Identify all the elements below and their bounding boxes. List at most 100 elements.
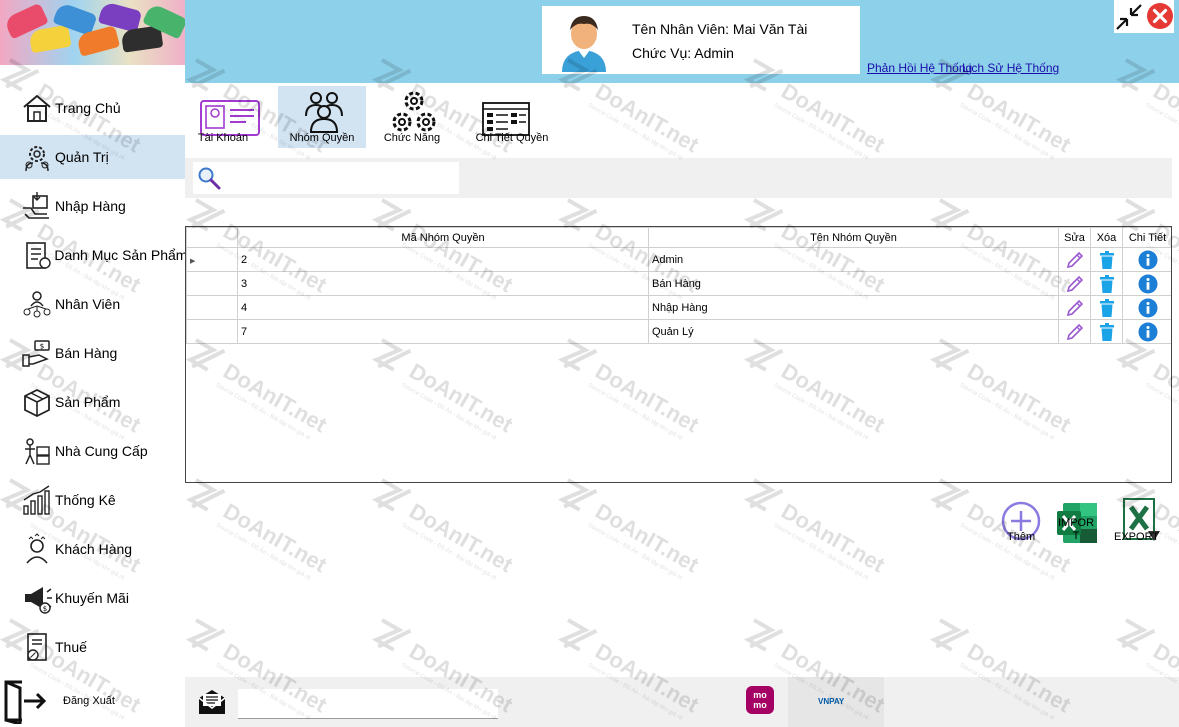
cell-group-id[interactable]: 4 bbox=[237, 295, 649, 320]
permission-group-grid[interactable]: Mã Nhóm Quyền Tên Nhóm Quyền Sửa Xóa Chi… bbox=[185, 226, 1172, 483]
system-history-link[interactable]: Lịch Sử Hệ Thống bbox=[962, 61, 1059, 75]
table-row[interactable]: ▶ 2 Admin bbox=[186, 247, 1171, 272]
watermark-brand-text: DoAnIT.net bbox=[591, 498, 704, 577]
column-header-edit[interactable]: Sửa bbox=[1058, 227, 1091, 248]
export-button-label: EXPORT bbox=[1114, 531, 1160, 543]
cell-edit[interactable] bbox=[1058, 247, 1091, 272]
search-input[interactable] bbox=[225, 166, 453, 190]
message-input[interactable] bbox=[238, 689, 498, 719]
trash-icon[interactable] bbox=[1097, 298, 1117, 318]
cell-group-id[interactable]: 2 bbox=[237, 247, 649, 272]
window-controls bbox=[1114, 0, 1174, 33]
watermark-mark: DoAnIT.netSource Code - Đồ Án - Bài tập … bbox=[371, 478, 518, 582]
cell-detail[interactable] bbox=[1122, 271, 1171, 296]
sidebar-item-label: Bán Hàng bbox=[55, 345, 118, 361]
close-icon[interactable] bbox=[1146, 2, 1174, 30]
cell-edit[interactable] bbox=[1058, 271, 1091, 296]
trash-icon[interactable] bbox=[1097, 250, 1117, 270]
column-header-detail[interactable]: Chi Tiết bbox=[1122, 227, 1171, 248]
user-group-icon bbox=[302, 90, 346, 134]
cell-group-id[interactable]: 7 bbox=[237, 319, 649, 344]
tab-functions[interactable]: Chức Năng bbox=[368, 86, 456, 148]
svg-text:$: $ bbox=[40, 343, 44, 351]
system-feedback-link[interactable]: Phản Hồi Hệ Thống bbox=[867, 61, 972, 75]
info-icon[interactable] bbox=[1138, 274, 1158, 294]
cell-delete[interactable] bbox=[1090, 247, 1123, 272]
tab-functions-label: Chức Năng bbox=[383, 132, 441, 144]
tab-permission-details[interactable]: Chi Tiết Quyền bbox=[461, 86, 549, 148]
cell-detail[interactable] bbox=[1122, 247, 1171, 272]
sidebar-item-label: Sản Phẩm bbox=[55, 394, 121, 410]
footer-bar: mo mo VNPAY bbox=[185, 677, 1179, 727]
info-icon[interactable] bbox=[1138, 322, 1158, 342]
sidebar-item-promotion[interactable]: $ Khuyến Mãi bbox=[0, 576, 185, 620]
watermark-tagline-text: Source Code - Đồ Án - Bài tập lớn giá rẻ bbox=[587, 522, 685, 582]
cell-group-name[interactable]: Admin bbox=[648, 247, 1059, 272]
sidebar-item-customer[interactable]: Khách Hàng bbox=[0, 527, 185, 571]
import-excel-button[interactable]: IMPORT bbox=[1055, 499, 1100, 547]
home-icon bbox=[20, 91, 54, 125]
cell-group-id[interactable]: 3 bbox=[237, 271, 649, 296]
table-row[interactable]: 4 Nhập Hàng bbox=[186, 295, 1171, 320]
sidebar-item-label: Trang Chủ bbox=[55, 100, 121, 116]
cell-delete[interactable] bbox=[1090, 319, 1123, 344]
edit-pencil-icon[interactable] bbox=[1065, 298, 1085, 318]
employee-name: Tên Nhân Viên: Mai Văn Tài bbox=[632, 21, 808, 37]
customer-icon bbox=[20, 532, 54, 566]
table-row[interactable]: 3 Bán Hàng bbox=[186, 271, 1171, 296]
info-icon[interactable] bbox=[1138, 250, 1158, 270]
watermark-brand-text: DoAnIT.net bbox=[1149, 78, 1179, 157]
info-icon[interactable] bbox=[1138, 298, 1158, 318]
cell-delete[interactable] bbox=[1090, 271, 1123, 296]
cell-group-name[interactable]: Bán Hàng bbox=[648, 271, 1059, 296]
row-header[interactable] bbox=[186, 319, 238, 344]
edit-pencil-icon[interactable] bbox=[1065, 250, 1085, 270]
export-excel-button[interactable]: EXPORT bbox=[1114, 497, 1164, 545]
watermark-tagline-text: Source Code - Đồ Án - Bài tập lớn giá rẻ bbox=[773, 102, 871, 162]
search-icon[interactable] bbox=[197, 166, 221, 190]
row-header[interactable] bbox=[186, 271, 238, 296]
sidebar-item-staff[interactable]: Nhân Viên bbox=[0, 282, 185, 326]
sidebar-item-product-catalog[interactable]: Danh Mục Sản Phẩm bbox=[0, 233, 185, 277]
sidebar-item-home[interactable]: Trang Chủ bbox=[0, 86, 185, 130]
cell-edit[interactable] bbox=[1058, 319, 1091, 344]
cell-group-name[interactable]: Nhập Hàng bbox=[648, 295, 1059, 320]
table-row[interactable]: 7 Quản Lý bbox=[186, 319, 1171, 344]
cell-detail[interactable] bbox=[1122, 319, 1171, 344]
row-header[interactable]: ▶ bbox=[186, 247, 238, 272]
sidebar-item-admin[interactable]: Quản Trị bbox=[0, 135, 185, 179]
mail-icon[interactable] bbox=[197, 688, 227, 716]
column-header-delete[interactable]: Xóa bbox=[1090, 227, 1123, 248]
row-header-corner bbox=[186, 227, 238, 248]
sidebar-item-import-goods[interactable]: Nhập Hàng bbox=[0, 184, 185, 228]
sidebar-item-label: Nhập Hàng bbox=[55, 198, 126, 214]
cell-detail[interactable] bbox=[1122, 295, 1171, 320]
import-button-label: IMPORT bbox=[1057, 517, 1095, 542]
vnpay-payment-button[interactable]: VNPAY bbox=[788, 677, 884, 727]
minimize-window-icon[interactable] bbox=[1114, 2, 1144, 32]
cell-delete[interactable] bbox=[1090, 295, 1123, 320]
edit-pencil-icon[interactable] bbox=[1065, 274, 1085, 294]
cell-edit[interactable] bbox=[1058, 295, 1091, 320]
sidebar-item-tax[interactable]: Thuế bbox=[0, 625, 185, 669]
column-header-group-id[interactable]: Mã Nhóm Quyền bbox=[237, 227, 649, 248]
sidebar-item-sales[interactable]: $ Bán Hàng bbox=[0, 331, 185, 375]
sidebar-item-label: Quản Trị bbox=[55, 149, 109, 165]
trash-icon[interactable] bbox=[1097, 322, 1117, 342]
logout-button[interactable]: Đăng Xuất bbox=[0, 675, 185, 727]
tab-user-groups[interactable]: Nhóm Quyền bbox=[278, 86, 366, 148]
column-header-group-name[interactable]: Tên Nhóm Quyền bbox=[648, 227, 1059, 248]
momo-payment-button[interactable]: mo mo bbox=[746, 686, 774, 714]
edit-pencil-icon[interactable] bbox=[1065, 322, 1085, 342]
tab-account[interactable]: Tài Khoản bbox=[189, 86, 277, 148]
sidebar-item-statistics[interactable]: Thống Kê bbox=[0, 478, 185, 522]
row-header[interactable] bbox=[186, 295, 238, 320]
sidebar-item-supplier[interactable]: Nhà Cung Cấp bbox=[0, 429, 185, 473]
trash-icon[interactable] bbox=[1097, 274, 1117, 294]
cell-group-name[interactable]: Quản Lý bbox=[648, 319, 1059, 344]
tax-icon bbox=[20, 630, 54, 664]
add-button[interactable]: Thêm bbox=[999, 499, 1043, 545]
watermark-brand-text: DoAnIT.net bbox=[591, 78, 704, 157]
sidebar-item-products[interactable]: Sản Phẩm bbox=[0, 380, 185, 424]
user-avatar-icon bbox=[558, 10, 610, 72]
